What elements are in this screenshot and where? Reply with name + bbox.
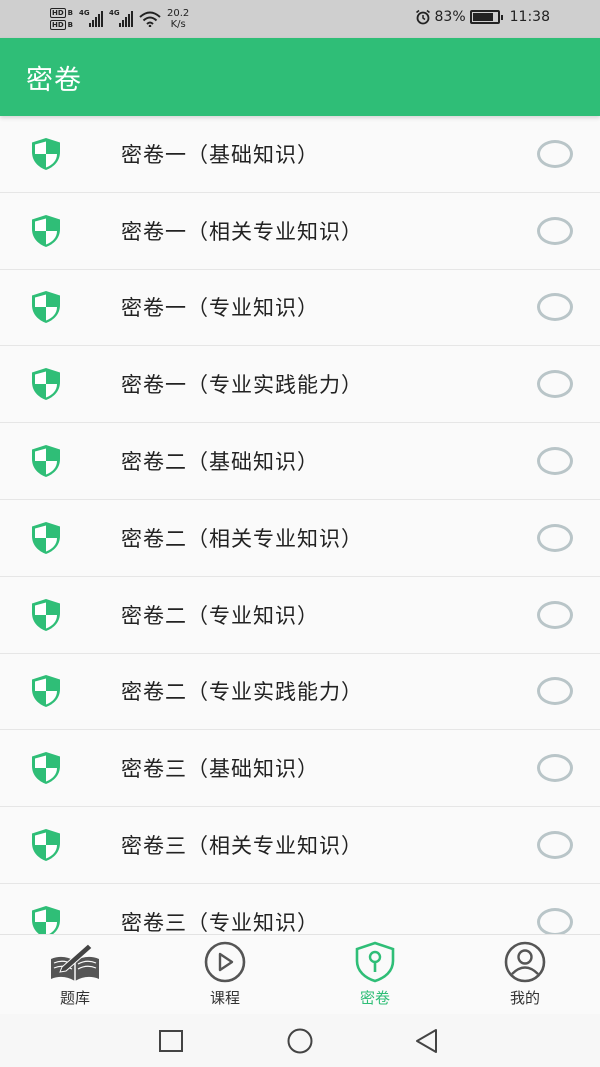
recent-apps-icon[interactable]	[158, 1028, 184, 1054]
nav-item-wode[interactable]: 我的	[470, 941, 580, 1008]
select-radio[interactable]	[537, 293, 573, 322]
status-right: 83% 11:38	[415, 9, 550, 25]
list-item[interactable]: 密卷三（基础知识）	[0, 730, 600, 808]
wifi-icon	[139, 11, 161, 27]
shield-icon	[32, 368, 60, 401]
shield-icon	[32, 445, 60, 478]
list-item[interactable]: 密卷二（基础知识）	[0, 423, 600, 500]
list-item[interactable]: 密卷三（相关专业知识）	[0, 807, 600, 884]
hd-indicator-bottom: HD B	[50, 20, 74, 30]
net-speed: 20.2 K/s	[167, 8, 190, 30]
select-radio[interactable]	[537, 447, 573, 476]
list-item-label: 密卷二（专业实践能力）	[121, 680, 363, 705]
hd-indicators: HD B HD B	[50, 8, 73, 30]
select-radio[interactable]	[537, 600, 573, 629]
list-item[interactable]: 密卷一（专业实践能力）	[0, 346, 600, 424]
select-radio[interactable]	[537, 677, 573, 706]
list-item[interactable]: 密卷一（相关专业知识）	[0, 193, 600, 270]
back-icon[interactable]	[414, 1028, 440, 1054]
select-radio[interactable]	[537, 139, 573, 168]
list-item-label: 密卷二（专业知识）	[121, 603, 319, 628]
shield-icon	[32, 905, 60, 934]
list-item[interactable]: 密卷一（基础知识）	[0, 116, 600, 193]
list-item[interactable]: 密卷二（专业知识）	[0, 577, 600, 654]
list-item-label: 密卷一（相关专业知识）	[121, 219, 363, 244]
play-circle-icon	[204, 941, 246, 983]
list-item-label: 密卷三（基础知识）	[121, 757, 319, 782]
list-item-label: 密卷二（相关专业知识）	[121, 526, 363, 551]
signal-icon: 4G	[79, 9, 104, 27]
shield-icon	[32, 752, 60, 785]
select-radio[interactable]	[537, 754, 573, 783]
bottom-nav: 题库 课程 密卷 我的	[0, 934, 600, 1014]
battery-icon	[469, 10, 503, 24]
user-circle-icon	[504, 941, 546, 983]
shield-icon	[32, 291, 60, 324]
hd-indicator-top: HD B	[50, 8, 74, 18]
alarm-icon	[415, 9, 430, 25]
list-item-label: 密卷三（专业知识）	[121, 910, 319, 934]
battery-level	[472, 13, 493, 21]
list-item[interactable]: 密卷二（相关专业知识）	[0, 500, 600, 577]
list-item-label: 密卷一（基础知识）	[121, 142, 319, 167]
shield-icon	[32, 521, 60, 554]
nav-item-tiku[interactable]: 题库	[20, 941, 130, 1008]
list-item-label: 密卷三（相关专业知识）	[121, 834, 363, 859]
list-item[interactable]: 密卷三（专业知识）	[0, 884, 600, 934]
list-item-label: 密卷二（基础知识）	[121, 450, 319, 475]
select-radio[interactable]	[537, 216, 573, 245]
book-pen-icon	[51, 943, 99, 981]
shield-icon	[32, 829, 60, 862]
shield-key-icon	[355, 941, 395, 983]
select-radio[interactable]	[537, 523, 573, 552]
list-item[interactable]: 密卷二（专业实践能力）	[0, 654, 600, 731]
battery-percent: 83%	[434, 9, 466, 25]
status-left: HD B HD B 4G 4G 20.2 K/s	[50, 5, 189, 33]
status-bar: HD B HD B 4G 4G 20.2 K/s 83% 11:38	[0, 0, 600, 38]
page-title: 密卷	[26, 64, 82, 96]
clock: 11:38	[509, 9, 550, 25]
shield-icon	[32, 214, 60, 247]
system-nav-bar	[0, 1014, 600, 1067]
exam-paper-list[interactable]: 密卷一（基础知识） 密卷一（相关专业知识） 密卷一（专业知识） 密卷一（专业实践…	[0, 116, 600, 934]
home-icon[interactable]	[286, 1028, 314, 1054]
shield-icon	[32, 137, 60, 170]
nav-item-mijuan[interactable]: 密卷	[320, 941, 430, 1008]
app-header: 密卷	[0, 38, 600, 116]
list-item-label: 密卷一（专业知识）	[121, 296, 319, 321]
shield-icon	[32, 675, 60, 708]
list-item[interactable]: 密卷一（专业知识）	[0, 270, 600, 347]
select-radio[interactable]	[537, 907, 573, 934]
list-item-label: 密卷一（专业实践能力）	[121, 373, 363, 398]
nav-item-kecheng[interactable]: 课程	[170, 941, 280, 1008]
select-radio[interactable]	[537, 370, 573, 399]
signal-icon: 4G	[109, 9, 134, 27]
select-radio[interactable]	[537, 831, 573, 860]
shield-icon	[32, 598, 60, 631]
